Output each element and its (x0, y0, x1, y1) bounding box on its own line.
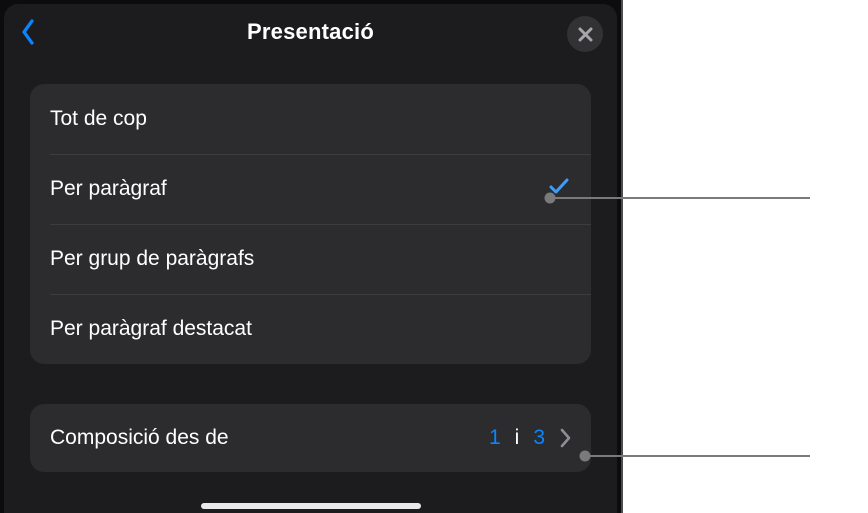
build-from-end: 3 (533, 426, 545, 450)
close-button[interactable] (567, 16, 603, 52)
build-from-label: Composició des de (50, 426, 229, 450)
option-all-at-once[interactable]: Tot de cop (30, 84, 591, 154)
build-from-start: 1 (489, 426, 501, 450)
panel-header: Presentació (4, 4, 617, 60)
option-by-highlighted-paragraph[interactable]: Per paràgraf destacat (30, 294, 591, 364)
build-from-row[interactable]: Composició des de 1 i 3 (30, 404, 591, 472)
option-by-paragraph[interactable]: Per paràgraf (30, 154, 591, 224)
home-indicator[interactable] (201, 503, 421, 509)
chevron-left-icon (20, 19, 36, 45)
build-from-separator: i (515, 426, 520, 450)
close-icon (578, 27, 593, 42)
callout-line (550, 197, 810, 199)
option-by-paragraph-group[interactable]: Per grup de paràgrafs (30, 224, 591, 294)
annotation-area (623, 0, 868, 513)
build-from-value: 1 i 3 (489, 426, 571, 450)
callout-line (585, 455, 810, 457)
panel-title: Presentació (247, 19, 374, 45)
option-label: Per paràgraf (50, 177, 167, 201)
option-label: Per paràgraf destacat (50, 317, 252, 341)
option-label: Per grup de paràgrafs (50, 247, 254, 271)
back-button[interactable] (14, 18, 42, 46)
delivery-options-group: Tot de cop Per paràgraf Per grup de parà… (30, 84, 591, 364)
chevron-right-icon (559, 428, 571, 448)
option-label: Tot de cop (50, 107, 147, 131)
